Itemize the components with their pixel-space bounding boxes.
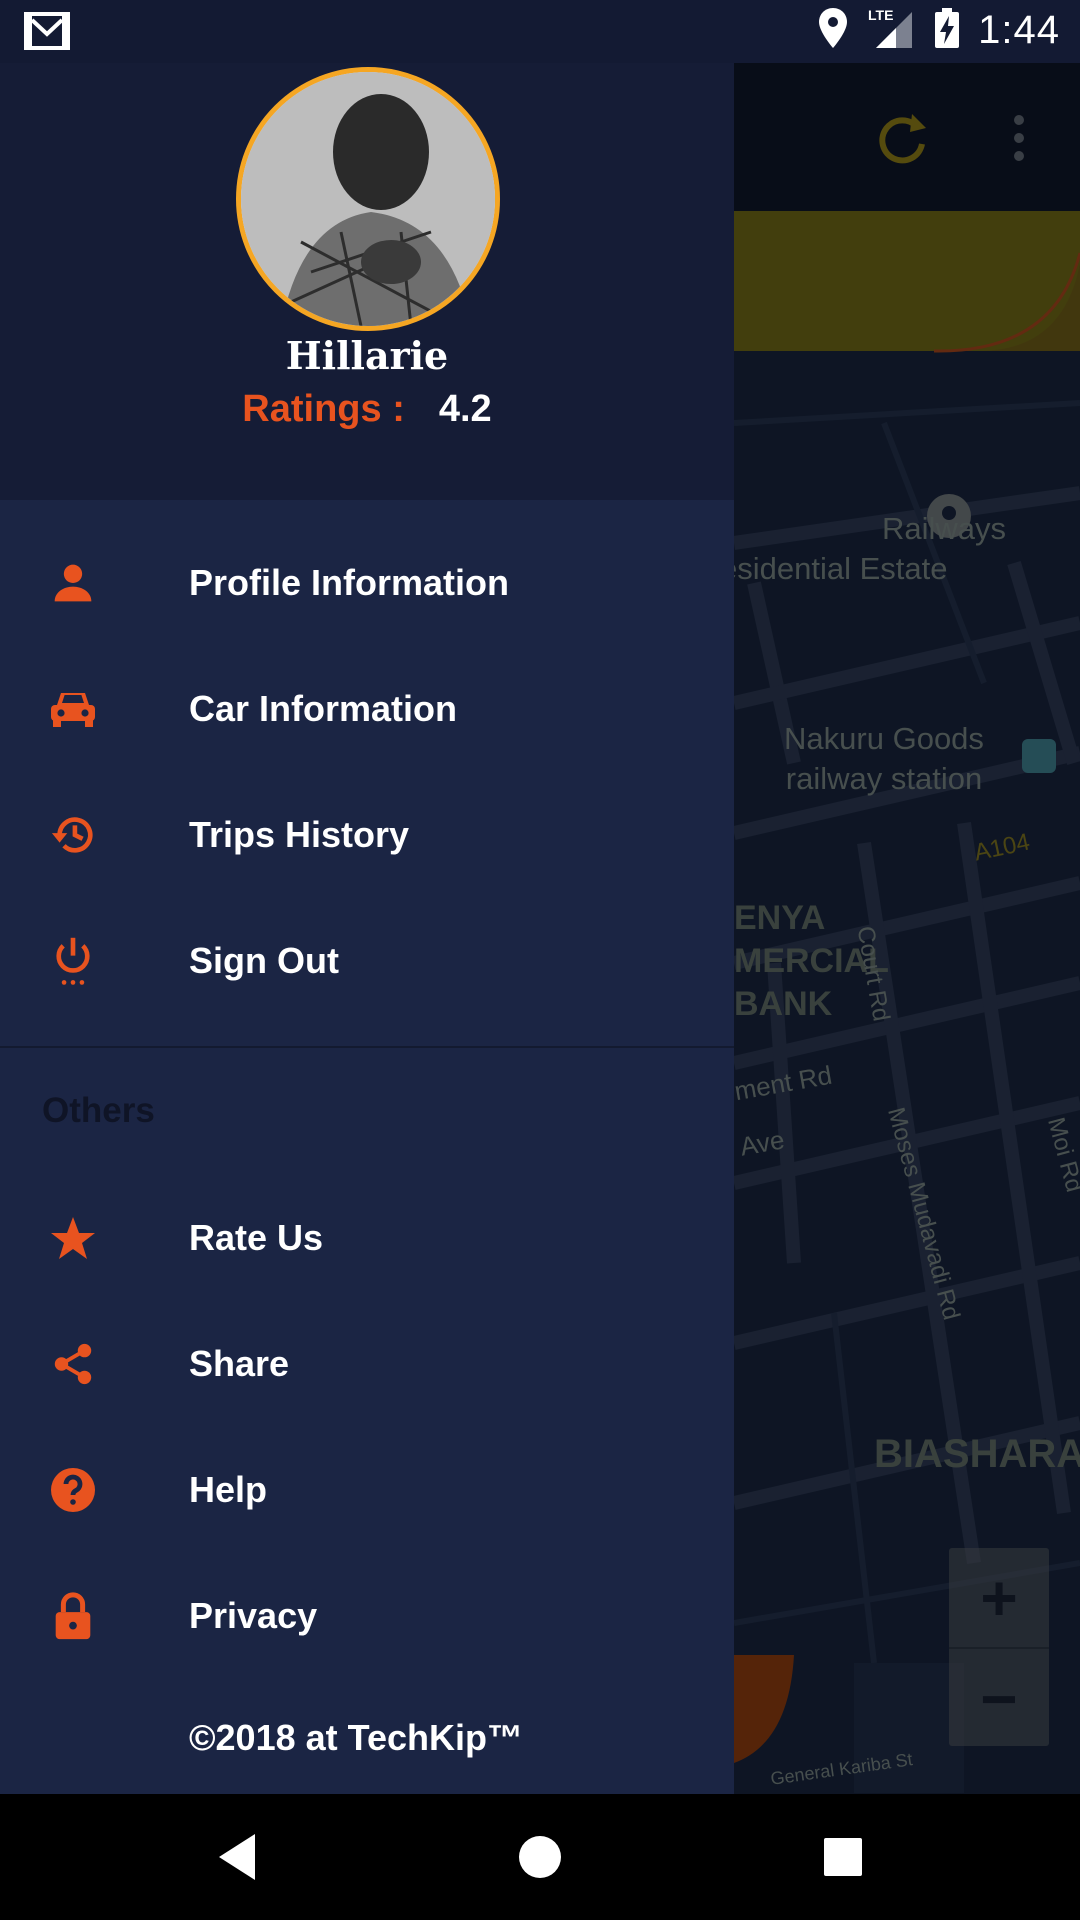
menu-item-label: Car Information	[189, 688, 458, 729]
copyright-footer: ©2018 at TechKip™	[189, 1717, 523, 1758]
navigation-drawer: Hillarie Ratings : 4.2 Profile Informatio…	[0, 63, 734, 1794]
help-icon	[48, 1465, 98, 1515]
menu-item-label: Privacy	[189, 1595, 318, 1636]
scrim-overlay[interactable]	[734, 63, 1080, 1794]
recents-icon[interactable]	[812, 1826, 874, 1888]
menu-item-trips-history[interactable]: Trips History	[0, 772, 734, 898]
lock-icon	[48, 1591, 98, 1641]
avatar[interactable]	[236, 67, 500, 331]
history-icon	[48, 810, 98, 860]
clock: 1:44	[978, 8, 1060, 52]
menu-item-label: Share	[189, 1343, 290, 1384]
system-nav-bar	[0, 1794, 1080, 1920]
menu-item-car-information[interactable]: Car Information	[0, 646, 734, 772]
battery-charging-icon	[934, 8, 960, 53]
share-icon	[48, 1339, 98, 1389]
status-bar: LTE 1:44	[0, 0, 1080, 63]
menu-item-share[interactable]: Share	[0, 1301, 734, 1427]
star-icon	[48, 1213, 98, 1263]
menu-item-label: Help	[189, 1469, 268, 1510]
divider	[0, 1046, 734, 1048]
location-icon	[818, 8, 848, 53]
svg-text:LTE: LTE	[868, 7, 893, 23]
menu-item-sign-out[interactable]: Sign Out	[0, 898, 734, 1024]
power-icon	[48, 936, 98, 986]
menu-item-label: Rate Us	[189, 1217, 324, 1258]
menu-item-profile-information[interactable]: Profile Information	[0, 520, 734, 646]
map-view[interactable]: Railways esidential Estate Nakuru Goods …	[734, 63, 1080, 1794]
gmail-icon	[24, 12, 70, 55]
ratings-value: 4.2	[438, 388, 492, 430]
person-icon	[48, 558, 98, 608]
ratings: Ratings : 4.2	[0, 388, 734, 431]
user-name: Hillarie	[285, 333, 449, 378]
menu-item-label: Profile Information	[189, 562, 510, 603]
lte-signal-icon: LTE	[866, 6, 916, 55]
menu-item-label: Sign Out	[189, 940, 339, 981]
section-title-others: Others	[42, 1091, 155, 1130]
back-icon[interactable]	[206, 1826, 268, 1888]
ratings-label: Ratings :	[242, 388, 405, 430]
home-icon[interactable]	[509, 1826, 571, 1888]
menu-item-label: Trips History	[189, 814, 410, 855]
drawer-header: Hillarie Ratings : 4.2	[0, 63, 734, 500]
menu-item-help[interactable]: Help	[0, 1427, 734, 1553]
menu-item-rate-us[interactable]: Rate Us	[0, 1175, 734, 1301]
menu-item-privacy[interactable]: Privacy	[0, 1553, 734, 1679]
car-icon	[48, 684, 98, 734]
